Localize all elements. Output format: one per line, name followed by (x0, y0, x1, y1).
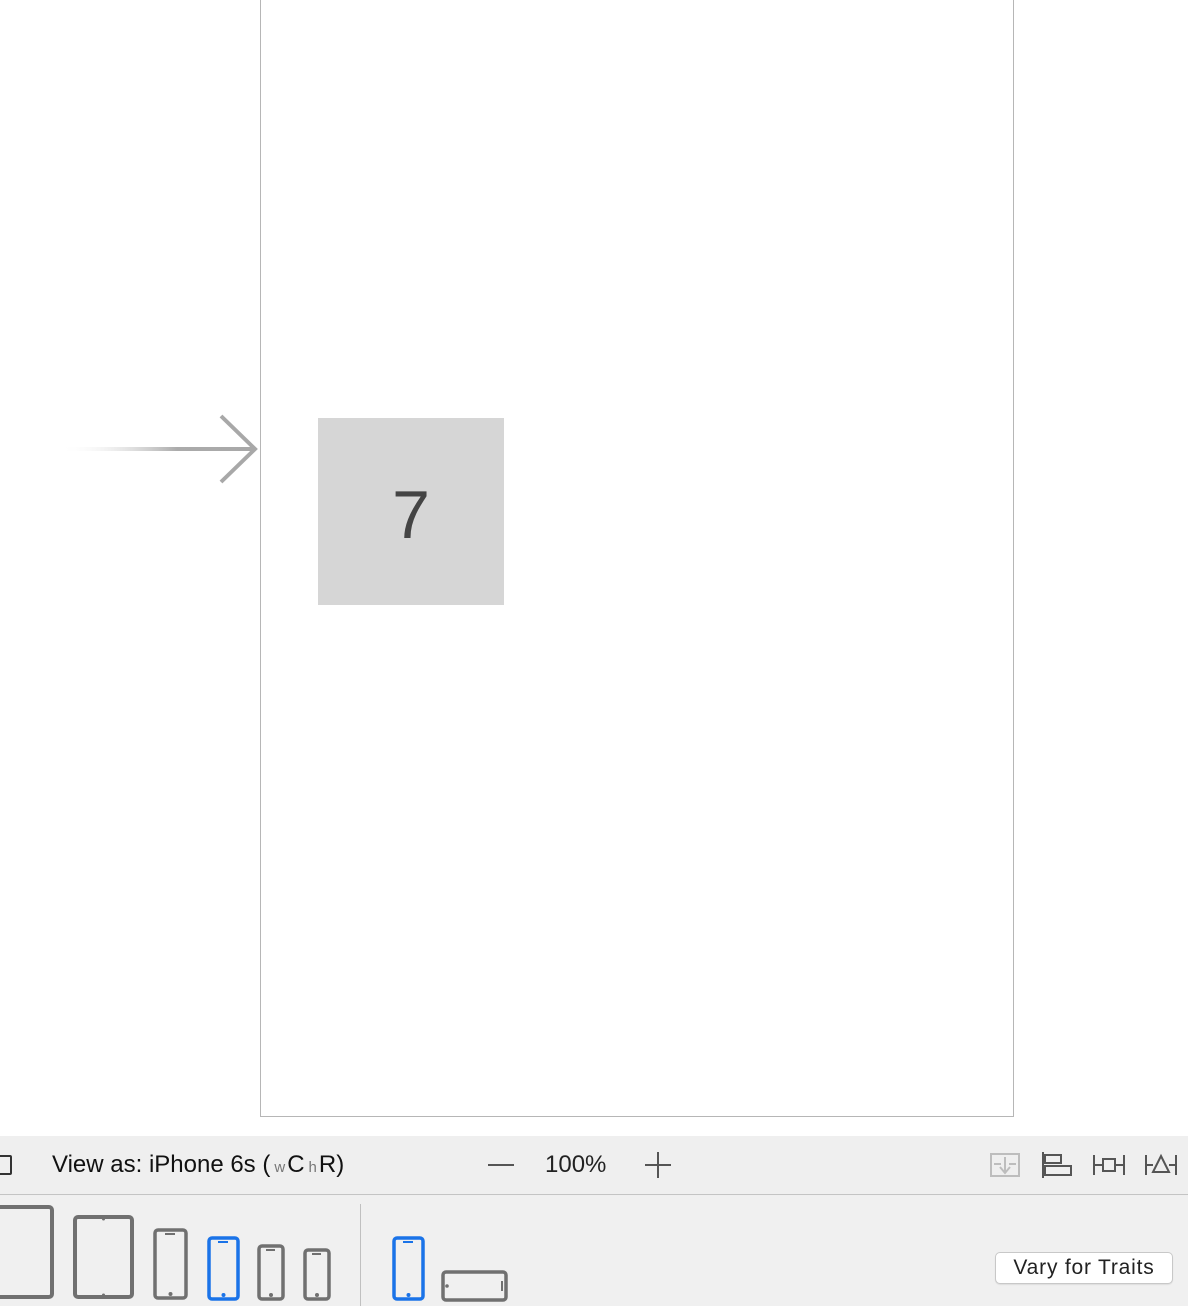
device-configuration-bar: Vary for Traits (0, 1196, 1188, 1306)
vary-for-traits-button[interactable]: Vary for Traits (995, 1252, 1173, 1284)
width-class-prefix: w (274, 1159, 286, 1176)
iphone-4s-icon[interactable] (302, 1248, 332, 1302)
pin-icon[interactable] (1092, 1151, 1126, 1179)
iphone-6s-icon[interactable] (206, 1236, 242, 1302)
iphone-se-icon[interactable] (256, 1244, 286, 1302)
width-class: C (287, 1151, 305, 1178)
ipad-icon[interactable] (72, 1214, 136, 1302)
initial-view-controller-arrow[interactable] (58, 412, 262, 486)
zoom-out-icon[interactable] (486, 1150, 516, 1180)
zoom-in-icon[interactable] (643, 1150, 673, 1180)
update-frames-icon[interactable] (988, 1151, 1022, 1179)
device-orientation-divider (360, 1204, 361, 1306)
align-icon[interactable] (1040, 1151, 1074, 1179)
document-outline-toggle-icon[interactable] (0, 1155, 12, 1175)
ipad-pro-icon[interactable] (0, 1204, 56, 1300)
view-as-prefix: View as: iPhone 6s ( (52, 1151, 271, 1178)
iphone-6s-plus-icon[interactable] (152, 1228, 190, 1302)
bottom-bar: View as: iPhone 6s (wC hR) 100% Vary for… (0, 1136, 1188, 1306)
view-as-label[interactable]: View as: iPhone 6s (wC hR) (52, 1151, 344, 1179)
resolve-auto-layout-icon[interactable] (1144, 1151, 1178, 1179)
zoom-level: 100% (545, 1151, 607, 1178)
portrait-orientation-icon[interactable] (391, 1236, 427, 1302)
storyboard-canvas[interactable]: 7 (0, 0, 1188, 1136)
number-tile[interactable]: 7 (318, 418, 504, 605)
height-class: R (318, 1151, 337, 1178)
tile-label: 7 (392, 476, 430, 553)
landscape-orientation-icon[interactable] (441, 1270, 509, 1302)
toolbar: View as: iPhone 6s (wC hR) 100% (0, 1136, 1188, 1195)
height-class-prefix: h (308, 1159, 317, 1176)
view-as-suffix: ) (336, 1151, 345, 1178)
